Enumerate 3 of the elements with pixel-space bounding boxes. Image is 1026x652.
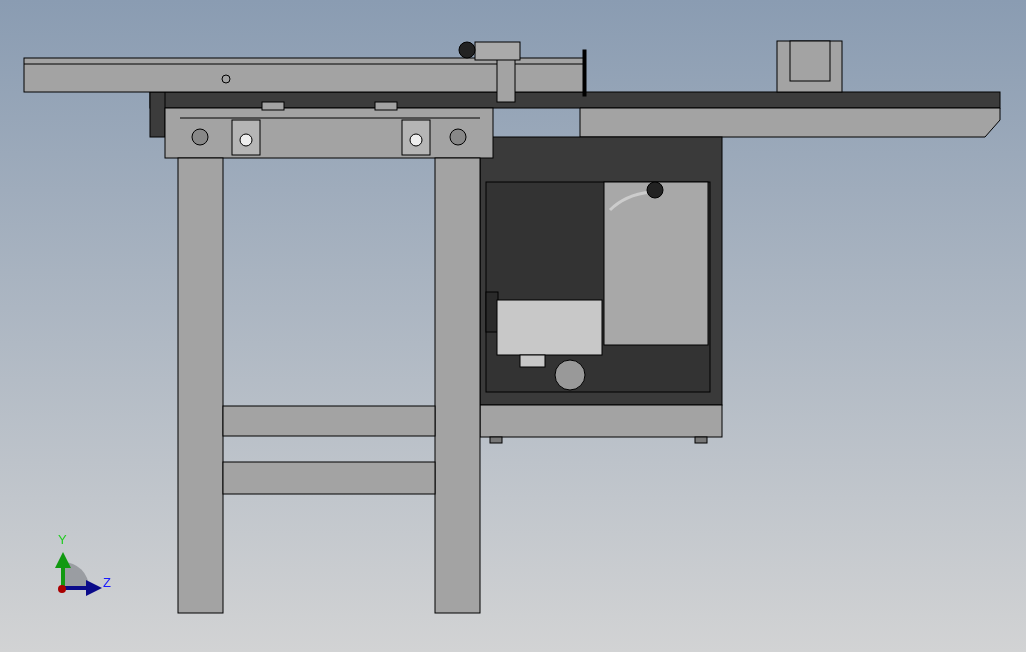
axis-label: Z [103,575,111,590]
axis-triad-icon [55,552,102,596]
axis-label: Y [58,532,67,547]
